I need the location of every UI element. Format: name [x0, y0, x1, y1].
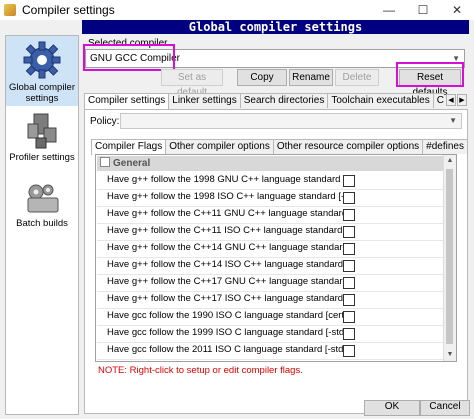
flag-label: Have g++ follow the C++14 GNU C++ langua… [107, 242, 343, 253]
tab-compiler-flags[interactable]: Compiler Flags [91, 139, 167, 155]
flag-checkbox[interactable] [343, 226, 355, 238]
flag-checkbox[interactable] [343, 294, 355, 306]
app-icon [4, 4, 16, 16]
flag-row[interactable]: Have gcc follow the 2011 ISO C language … [97, 342, 443, 360]
tab-other-compiler-options[interactable]: Other compiler options [165, 139, 274, 154]
flags-scrollbar[interactable]: ▲ ▼ [443, 155, 456, 361]
flag-checkbox[interactable] [343, 209, 355, 221]
category-label: General [113, 158, 151, 169]
flag-checkbox[interactable] [343, 260, 355, 272]
flag-label: Have g++ follow the C++11 ISO C++ langua… [107, 225, 343, 236]
title-bar: Compiler settings — ☐ ✕ [0, 0, 474, 20]
sidebar-item-label: Global compiler settings [9, 82, 75, 104]
flag-label: Have g++ follow the C++14 ISO C++ langua… [107, 259, 343, 270]
chevron-down-icon: ▼ [452, 54, 460, 63]
tab-scroll-left-icon[interactable]: ◀ [446, 94, 456, 106]
category-header[interactable]: General [97, 156, 443, 171]
flag-label: Have gcc follow the 1990 ISO C language … [107, 310, 343, 321]
flag-checkbox[interactable] [343, 243, 355, 255]
batch-icon [27, 184, 59, 213]
compiler-subtabs: Compiler Flags Other compiler options Othe… [91, 139, 468, 155]
flag-checkbox[interactable] [343, 277, 355, 289]
compiler-select-value: GNU GCC Compiler [90, 53, 181, 64]
reset-defaults-button[interactable]: Reset defaults [399, 69, 461, 98]
maximize-button[interactable]: ☐ [406, 0, 440, 20]
tab-other-resource-compiler-options[interactable]: Other resource compiler options [272, 139, 424, 154]
profiler-icon [27, 113, 57, 149]
tab-scroll-right-icon[interactable]: ▶ [457, 94, 467, 106]
flag-row[interactable]: Have g++ follow the C++17 GNU C++ langua… [97, 274, 443, 292]
tab-toolchain-executables[interactable]: Toolchain executables [327, 93, 434, 108]
flag-row[interactable]: Have gcc follow the 1990 ISO C language … [97, 308, 443, 326]
gear-icon [23, 41, 61, 79]
close-button[interactable]: ✕ [440, 0, 474, 20]
flag-label: Have g++ follow the 1998 ISO C++ languag… [107, 191, 343, 202]
copy-button[interactable]: Copy [237, 69, 287, 86]
flag-row[interactable]: Have gcc follow the 1999 ISO C language … [97, 325, 443, 343]
rename-button[interactable]: Rename [289, 69, 333, 86]
settings-tabs: Compiler settings Linker settings Search d… [84, 93, 444, 109]
flags-note: NOTE: Right-click to setup or edit compi… [98, 365, 303, 376]
policy-label: Policy: [90, 116, 120, 127]
settings-sidebar: Global compiler settings Profiler settin… [5, 35, 79, 415]
window-title: Compiler settings [22, 3, 115, 17]
flag-checkbox[interactable] [343, 311, 355, 323]
flag-row[interactable]: Have g++ follow the C++14 ISO C++ langua… [97, 257, 443, 275]
flag-checkbox[interactable] [343, 192, 355, 204]
set-as-default-button[interactable]: Set as default [161, 69, 223, 98]
flag-checkbox[interactable] [343, 328, 355, 340]
collapse-toggle-icon[interactable] [100, 157, 110, 167]
scroll-down-icon[interactable]: ▼ [444, 349, 456, 361]
flag-label: Have g++ follow the C++17 GNU C++ langua… [107, 276, 343, 287]
scrollbar-thumb[interactable] [446, 169, 453, 344]
tab-search-directories[interactable]: Search directories [239, 93, 329, 108]
sidebar-item-batch-builds[interactable]: Batch builds [6, 176, 78, 236]
sidebar-item-label: Profiler settings [9, 152, 75, 163]
sidebar-item-global-compiler-settings[interactable]: Global compiler settings [6, 36, 78, 106]
selected-compiler-label: Selected compiler [88, 38, 168, 49]
compiler-flags-grid: General Have g++ follow the 1998 GNU C++… [95, 154, 457, 362]
page-banner: Global compiler settings [82, 20, 469, 34]
tab-defines[interactable]: #defines [422, 139, 468, 154]
flag-row[interactable]: Have g++ follow the C++11 GNU C++ langua… [97, 206, 443, 224]
flag-checkbox[interactable] [343, 345, 355, 357]
chevron-down-icon: ▼ [449, 116, 457, 125]
delete-button[interactable]: Delete [335, 69, 379, 86]
sidebar-item-profiler-settings[interactable]: Profiler settings [6, 108, 78, 168]
policy-select[interactable]: ▼ [120, 113, 462, 129]
cancel-button[interactable]: Cancel [420, 400, 470, 416]
compiler-select[interactable]: GNU GCC Compiler ▼ [85, 49, 465, 68]
flag-label: Have gcc follow the 2011 ISO C language … [107, 344, 343, 355]
flag-label: Have g++ follow the 1998 GNU C++ languag… [107, 174, 343, 185]
flag-row[interactable]: Have g++ follow the C++14 GNU C++ langua… [97, 240, 443, 258]
flag-row[interactable]: Have g++ follow the 1998 ISO C++ languag… [97, 189, 443, 207]
flag-row[interactable]: Have g++ follow the 1998 GNU C++ languag… [97, 172, 443, 190]
flag-label: Have gcc follow the 1999 ISO C language … [107, 327, 343, 338]
ok-button[interactable]: OK [364, 400, 420, 416]
flag-label: Have g++ follow the C++17 ISO C++ langua… [107, 293, 343, 304]
tab-linker-settings[interactable]: Linker settings [168, 93, 241, 108]
flag-row[interactable]: Have g++ follow the C++11 ISO C++ langua… [97, 223, 443, 241]
sidebar-item-label: Batch builds [16, 218, 68, 229]
flag-row[interactable]: Have g++ follow the C++17 ISO C++ langua… [97, 291, 443, 309]
tab-compiler-settings[interactable]: Compiler settings [84, 93, 170, 109]
tab-custom-variables[interactable]: Custom variable [432, 93, 444, 108]
scroll-up-icon[interactable]: ▲ [444, 155, 456, 167]
flag-label: Have g++ follow the C++11 GNU C++ langua… [107, 208, 343, 219]
flag-checkbox[interactable] [343, 175, 355, 187]
minimize-button[interactable]: — [372, 0, 406, 20]
